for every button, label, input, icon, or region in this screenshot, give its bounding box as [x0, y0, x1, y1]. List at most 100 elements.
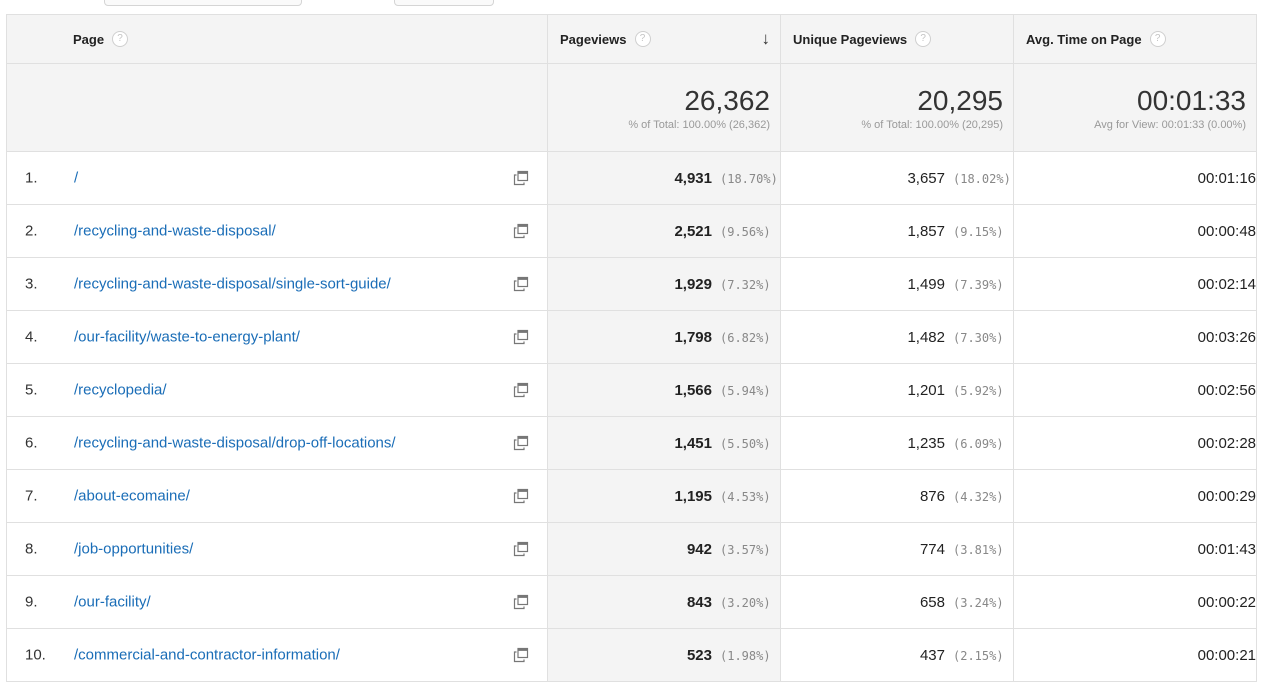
help-icon[interactable]: ? — [915, 31, 932, 47]
row-number: 10. — [25, 646, 46, 664]
pageviews-cell: 843 (3.20%) — [547, 575, 781, 629]
page-cell: 8. /job-opportunities/ — [6, 522, 548, 576]
column-header-unique-pageviews[interactable]: Unique Pageviews ? — [780, 14, 1014, 64]
column-header-avg-time[interactable]: Avg. Time on Page ? — [1013, 14, 1257, 64]
page-link[interactable]: /recycling-and-waste-disposal/ — [74, 223, 276, 240]
page-link[interactable]: /about-ecomaine/ — [74, 488, 190, 505]
avg-time-cell: 00:03:26 — [1013, 310, 1257, 364]
unique-pageviews-cell: 876 (4.32%) — [780, 469, 1014, 523]
avg-time-cell: 00:00:29 — [1013, 469, 1257, 523]
help-icon[interactable]: ? — [1149, 31, 1166, 47]
unique-pageviews-value: 437 — [919, 646, 945, 664]
avg-time-cell: 00:00:48 — [1013, 204, 1257, 258]
avg-time-cell: 00:01:43 — [1013, 522, 1257, 576]
page-cell: 4. /our-facility/waste-to-energy-plant/ — [6, 310, 548, 364]
pageviews-percent: (9.56%) — [720, 224, 771, 239]
open-in-new-window-icon[interactable] — [513, 276, 529, 292]
unique-pageviews-cell: 1,201 (5.92%) — [780, 363, 1014, 417]
avg-time-cell: 00:01:16 — [1013, 151, 1257, 205]
table-row: 8. /job-opportunities/ 942 (3.57%) 774 (3.… — [6, 522, 1257, 576]
pageviews-value: 942 — [686, 540, 712, 558]
page-link[interactable]: /recycling-and-waste-disposal/drop-off-l… — [74, 435, 396, 452]
toolbar-control[interactable] — [104, 0, 302, 6]
unique-pageviews-cell: 774 (3.81%) — [780, 522, 1014, 576]
page-link[interactable]: /job-opportunities/ — [74, 541, 193, 558]
avg-time-value: 00:03:26 — [1197, 328, 1256, 346]
total-subtext: % of Total: 100.00% (26,362) — [628, 118, 770, 131]
pageviews-percent: (6.82%) — [720, 330, 771, 345]
open-in-new-window-icon[interactable] — [513, 488, 529, 504]
page-link[interactable]: /commercial-and-contractor-information/ — [74, 647, 340, 664]
open-in-new-window-icon[interactable] — [513, 170, 529, 186]
pageviews-value: 1,929 — [674, 275, 712, 293]
row-number: 6. — [25, 434, 38, 452]
page-cell: 10. /commercial-and-contractor-informati… — [6, 628, 548, 682]
sort-descending-icon[interactable]: ↓ — [762, 29, 771, 49]
report-table: Page ? Pageviews ? ↓ Unique Pageviews ? — [6, 14, 1257, 682]
column-header-label: Pageviews — [560, 31, 627, 47]
table-row: 2. /recycling-and-waste-disposal/ 2,521 (… — [6, 204, 1257, 258]
pageviews-percent: (7.32%) — [720, 277, 771, 292]
avg-time-value: 00:02:56 — [1197, 381, 1256, 399]
unique-pageviews-value: 1,857 — [907, 222, 945, 240]
page-link[interactable]: / — [74, 170, 78, 187]
pageviews-value: 1,451 — [674, 434, 712, 452]
pageviews-cell: 1,929 (7.32%) — [547, 257, 781, 311]
open-in-new-window-icon[interactable] — [513, 329, 529, 345]
unique-pageviews-cell: 3,657 (18.02%) — [780, 151, 1014, 205]
avg-time-value: 00:00:48 — [1197, 222, 1256, 240]
avg-time-value: 00:00:21 — [1197, 646, 1256, 664]
unique-pageviews-percent: (9.15%) — [953, 224, 1004, 239]
column-header-pageviews[interactable]: Pageviews ? ↓ — [547, 14, 781, 64]
avg-time-cell: 00:00:22 — [1013, 575, 1257, 629]
page-link[interactable]: /recyclopedia/ — [74, 382, 167, 399]
column-header-label: Page — [73, 31, 105, 47]
avg-time-value: 00:00:22 — [1197, 593, 1256, 611]
page-link[interactable]: /our-facility/ — [74, 594, 151, 611]
total-subtext: % of Total: 100.00% (20,295) — [861, 118, 1003, 131]
table-row: 9. /our-facility/ 843 (3.20%) 658 (3.24%) … — [6, 575, 1257, 629]
total-value: 00:01:33 — [1137, 84, 1246, 116]
unique-pageviews-percent: (6.09%) — [953, 436, 1004, 451]
open-in-new-window-icon[interactable] — [513, 594, 529, 610]
open-in-new-window-icon[interactable] — [513, 541, 529, 557]
toolbar-control[interactable] — [394, 0, 494, 6]
totals-pageviews: 26,362 % of Total: 100.00% (26,362) — [547, 63, 781, 152]
pageviews-cell: 1,195 (4.53%) — [547, 469, 781, 523]
pageviews-value: 1,566 — [674, 381, 712, 399]
page-cell: 9. /our-facility/ — [6, 575, 548, 629]
table-row: 5. /recyclopedia/ 1,566 (5.94%) 1,201 (5.9… — [6, 363, 1257, 417]
unique-pageviews-cell: 1,482 (7.30%) — [780, 310, 1014, 364]
total-value: 26,362 — [684, 84, 770, 116]
unique-pageviews-cell: 658 (3.24%) — [780, 575, 1014, 629]
pageviews-cell: 523 (1.98%) — [547, 628, 781, 682]
unique-pageviews-value: 3,657 — [907, 169, 945, 187]
page-cell: 3. /recycling-and-waste-disposal/single-… — [6, 257, 548, 311]
open-in-new-window-icon[interactable] — [513, 382, 529, 398]
open-in-new-window-icon[interactable] — [513, 223, 529, 239]
page-link[interactable]: /our-facility/waste-to-energy-plant/ — [74, 329, 300, 346]
pageviews-percent: (5.94%) — [720, 383, 771, 398]
page-cell: 5. /recyclopedia/ — [6, 363, 548, 417]
avg-time-value: 00:02:28 — [1197, 434, 1256, 452]
pageviews-value: 843 — [686, 593, 712, 611]
pageviews-cell: 1,451 (5.50%) — [547, 416, 781, 470]
help-icon[interactable]: ? — [112, 31, 129, 47]
row-number: 4. — [25, 328, 38, 346]
unique-pageviews-percent: (18.02%) — [953, 171, 1011, 186]
unique-pageviews-cell: 437 (2.15%) — [780, 628, 1014, 682]
help-icon[interactable]: ? — [634, 31, 651, 47]
open-in-new-window-icon[interactable] — [513, 647, 529, 663]
table-row: 4. /our-facility/waste-to-energy-plant/ … — [6, 310, 1257, 364]
unique-pageviews-percent: (2.15%) — [953, 648, 1004, 663]
open-in-new-window-icon[interactable] — [513, 435, 529, 451]
unique-pageviews-value: 1,482 — [907, 328, 945, 346]
pageviews-percent: (18.70%) — [720, 171, 778, 186]
unique-pageviews-percent: (7.30%) — [953, 330, 1004, 345]
page-link[interactable]: /recycling-and-waste-disposal/single-sor… — [74, 276, 391, 293]
column-header-page[interactable]: Page ? — [6, 14, 548, 64]
table-row: 3. /recycling-and-waste-disposal/single-… — [6, 257, 1257, 311]
avg-time-cell: 00:02:56 — [1013, 363, 1257, 417]
unique-pageviews-percent: (3.81%) — [953, 542, 1004, 557]
row-number: 8. — [25, 540, 38, 558]
